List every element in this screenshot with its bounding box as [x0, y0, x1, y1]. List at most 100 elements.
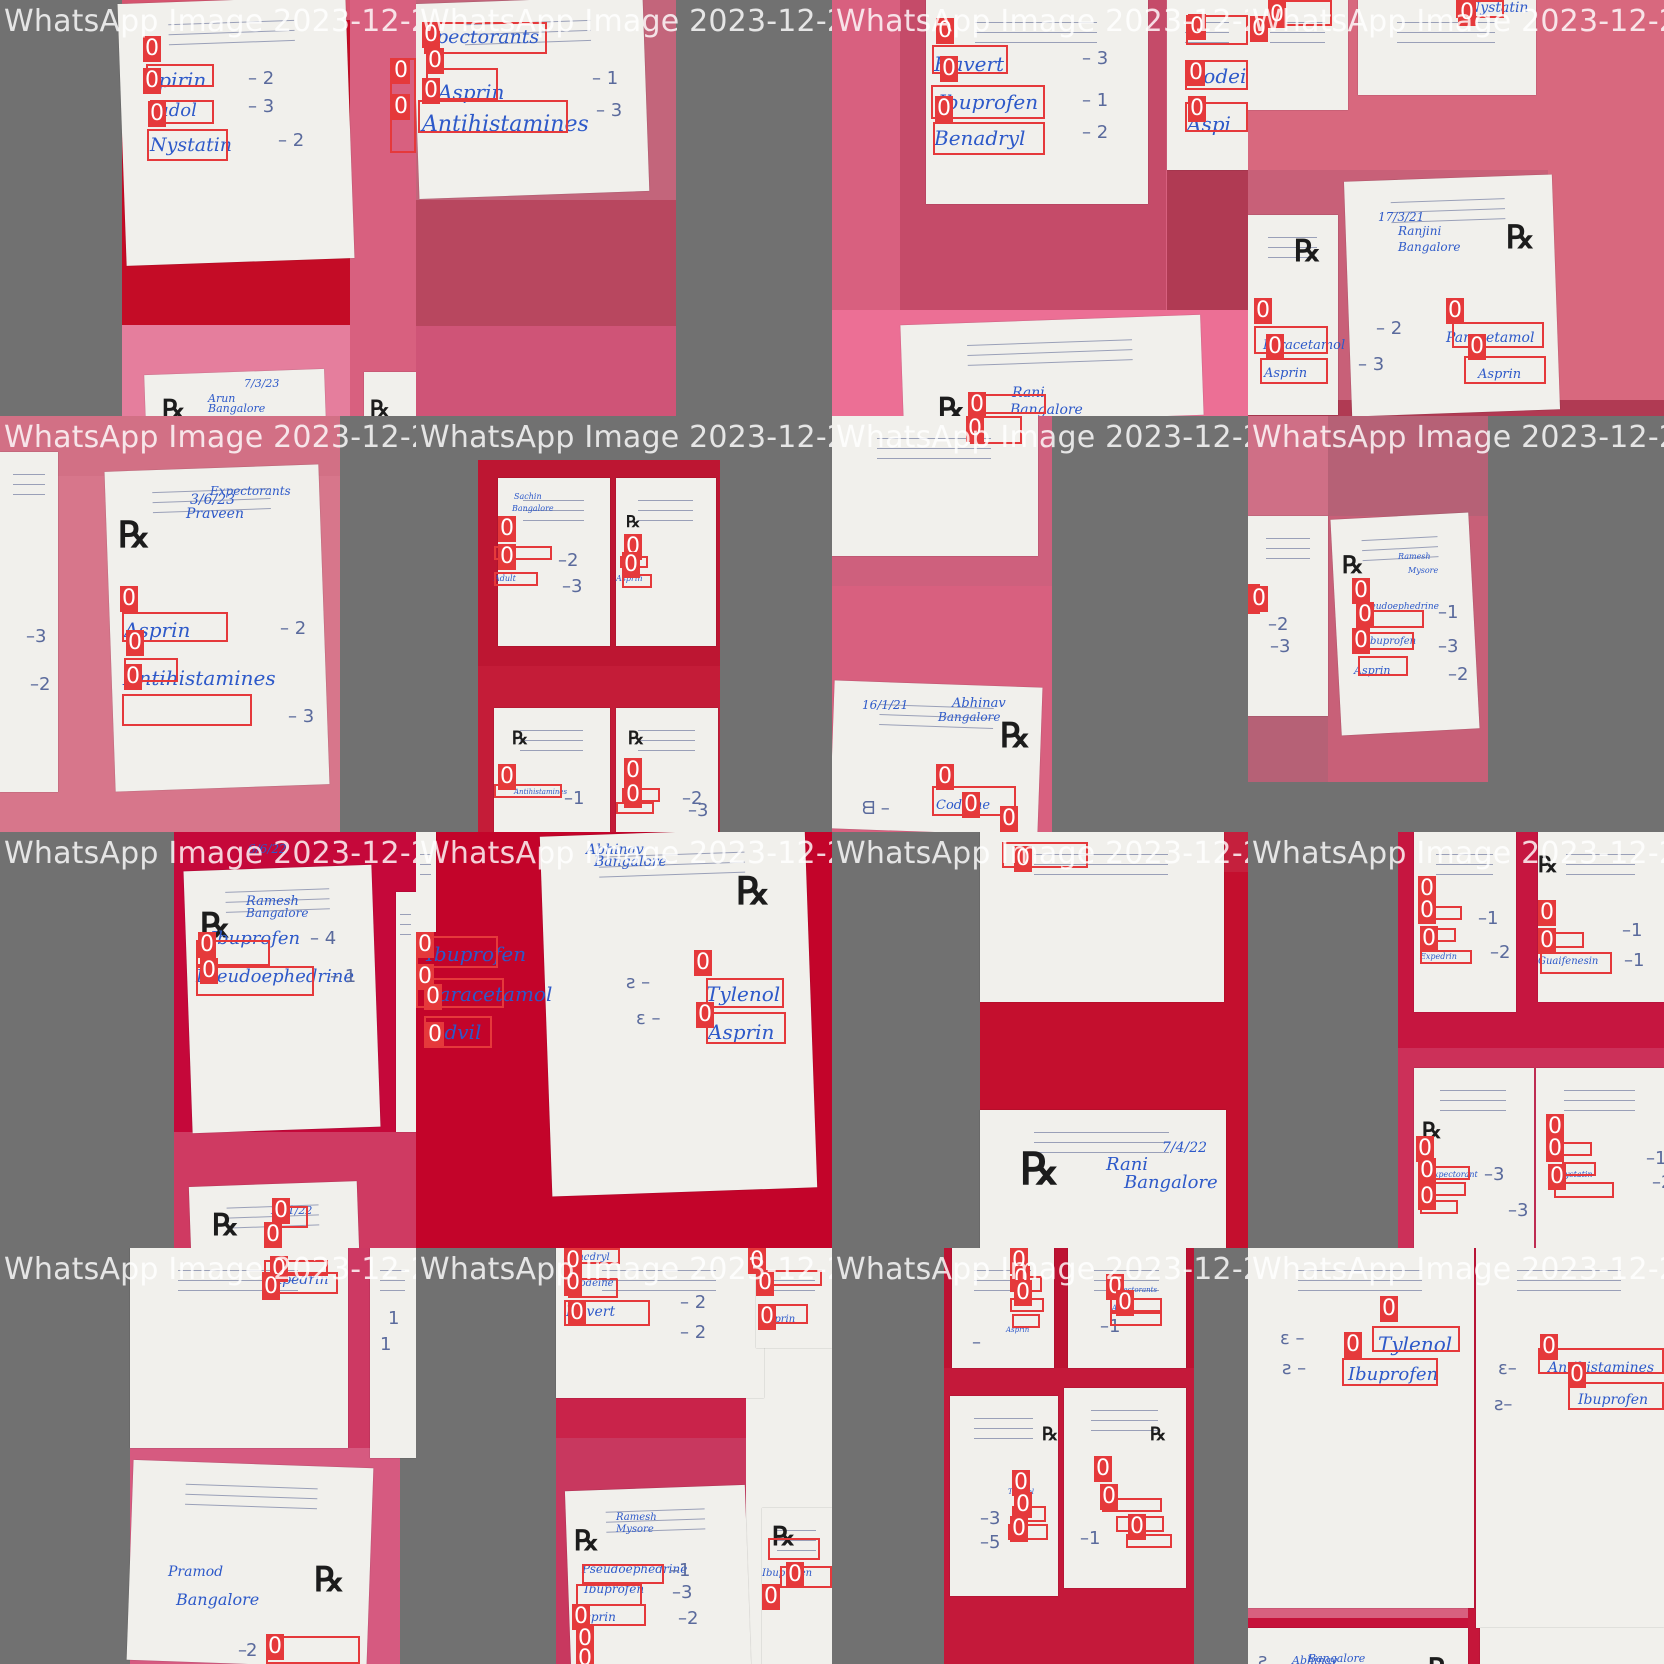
ruled-line	[974, 42, 1097, 43]
detection-class-label: 0	[624, 758, 642, 784]
detection-class-label: 0	[1538, 928, 1556, 954]
ruled-line	[12, 484, 45, 485]
quantity-mark: – 2	[680, 1322, 707, 1343]
ruled-line	[878, 723, 994, 729]
quantity-mark: – 3	[1082, 48, 1109, 69]
detection-box	[1366, 632, 1414, 650]
ruled-line	[1297, 1290, 1423, 1291]
quantity-mark: –3	[980, 1508, 1001, 1529]
handwritten-word: Ramesh	[616, 1512, 657, 1523]
ruled-line	[1093, 1270, 1159, 1271]
quantity-mark: –1	[1438, 602, 1459, 623]
handwritten-word: Ranjini	[1398, 224, 1442, 238]
handwritten-word: Mysore	[616, 1524, 654, 1535]
handwritten-word: Abhinav	[952, 696, 1006, 711]
ruled-line	[599, 871, 746, 878]
quantity-mark: – 2	[1082, 122, 1109, 143]
quantity-mark: 2	[246, 1640, 258, 1661]
rx-symbol: ℞	[938, 392, 965, 416]
detection-class-label: 0	[498, 544, 516, 570]
quantity-mark: – 2	[680, 1292, 707, 1313]
background-segment	[416, 326, 676, 416]
quantity-mark: –1	[670, 1560, 691, 1581]
ruled-line	[380, 1270, 406, 1271]
detection-class-label: 0	[1010, 1516, 1028, 1542]
detection-class-label: 0	[1540, 1334, 1558, 1360]
background-segment	[340, 416, 416, 832]
quantity-mark: – 2	[1376, 318, 1403, 339]
prescription-paper	[1476, 1248, 1664, 1628]
rx-symbol: ℞	[736, 868, 771, 913]
mosaic-tile: ℞AbhinavBangalore16/1/21Codeineᗺ –0000Wh…	[832, 416, 1248, 832]
ruled-line	[380, 1290, 406, 1291]
handwritten-word: Bangalore	[246, 906, 309, 920]
quantity-mark: –2	[558, 550, 579, 571]
quantity-mark: –1	[1646, 1148, 1664, 1169]
quantity-mark: – 1	[330, 966, 357, 987]
rx-symbol: ℞	[512, 728, 529, 749]
ruled-line	[12, 474, 45, 475]
quantity-mark: ɛ–	[1498, 1358, 1517, 1379]
ruled-line	[1440, 1110, 1507, 1111]
rx-symbol: ℞	[1042, 1424, 1059, 1445]
ruled-line	[169, 39, 295, 46]
rx-symbol: ℞	[314, 1560, 345, 1600]
mosaic-tile: ℞ Ramesh Mysore Pseudoephedrine Ibuprofen Asp…	[1248, 416, 1664, 832]
ruled-line	[638, 750, 695, 751]
detection-box	[147, 129, 228, 161]
mosaic-tile: ℞ 3/6/23 Praveen Expectorants Asprin Antihist…	[0, 416, 416, 832]
ruled-line	[225, 888, 329, 893]
detection-box	[1012, 1314, 1040, 1328]
detection-class-label: 0	[392, 58, 410, 84]
detection-class-label: 0	[1254, 298, 1272, 324]
detection-box	[1540, 952, 1612, 974]
quantity-mark: –3	[26, 626, 47, 647]
handwritten-word: 7/3/23	[244, 377, 280, 390]
ruled-line	[1362, 546, 1439, 552]
ruled-line	[400, 934, 412, 935]
ruled-line	[1517, 1280, 1621, 1281]
detection-class-label: 0	[786, 1562, 804, 1588]
ruled-line	[12, 494, 45, 495]
quantity-mark: –2	[30, 674, 51, 695]
detection-class-label: 0	[936, 764, 954, 790]
ruled-line	[1297, 1280, 1423, 1281]
ruled-line	[601, 1270, 717, 1271]
ruled-line	[877, 448, 991, 449]
detection-class-label: 0	[758, 1304, 776, 1330]
rx-symbol: ℞	[626, 512, 641, 531]
quantity-mark: – 2	[248, 68, 275, 89]
quantity-mark: –3	[672, 1582, 693, 1603]
handwritten-word: Expectorants	[210, 484, 291, 498]
ruled-line	[877, 458, 991, 459]
ruled-line	[1090, 1430, 1158, 1431]
detection-class-label: 0	[1188, 96, 1206, 122]
quantity-mark: ƨ	[1258, 1650, 1268, 1664]
detection-class-label: 0	[1418, 898, 1436, 924]
detection-class-label: 0	[1188, 14, 1206, 40]
quantity-mark: –3	[1508, 1200, 1529, 1221]
mosaic-tile: ℞ ℞ Benadryl Codeine Havert Asprin Ramesh Mysor…	[416, 1248, 832, 1664]
handwritten-word: Bangalore	[1398, 240, 1461, 254]
mosaic-tile: ℞ ℞ spirin adol Nystatin 7/3/23 Arun Bangalore –…	[0, 0, 416, 416]
ruled-line	[519, 730, 584, 731]
ruled-line	[1390, 198, 1505, 204]
detection-class-label: 0	[1187, 60, 1205, 86]
ruled-line	[601, 1290, 717, 1291]
ruled-line	[1297, 1270, 1423, 1271]
ruled-line	[1440, 1100, 1507, 1101]
detection-class-label: 0	[756, 1270, 774, 1296]
background-segment	[0, 0, 122, 416]
ruled-line	[638, 500, 693, 501]
detection-class-label: 0	[564, 1270, 582, 1296]
detection-class-label: 0	[416, 932, 434, 958]
rx-symbol: ℞	[1294, 234, 1321, 269]
ruled-line	[184, 1503, 317, 1510]
detection-class-label: 0	[1538, 900, 1556, 926]
ruled-line	[1361, 536, 1438, 542]
ruled-line	[522, 520, 585, 521]
detection-box	[1562, 1162, 1596, 1176]
handwritten-word: Bangalore	[208, 402, 266, 415]
detection-class-label: 0	[696, 1002, 714, 1028]
ruled-line	[967, 349, 1133, 356]
